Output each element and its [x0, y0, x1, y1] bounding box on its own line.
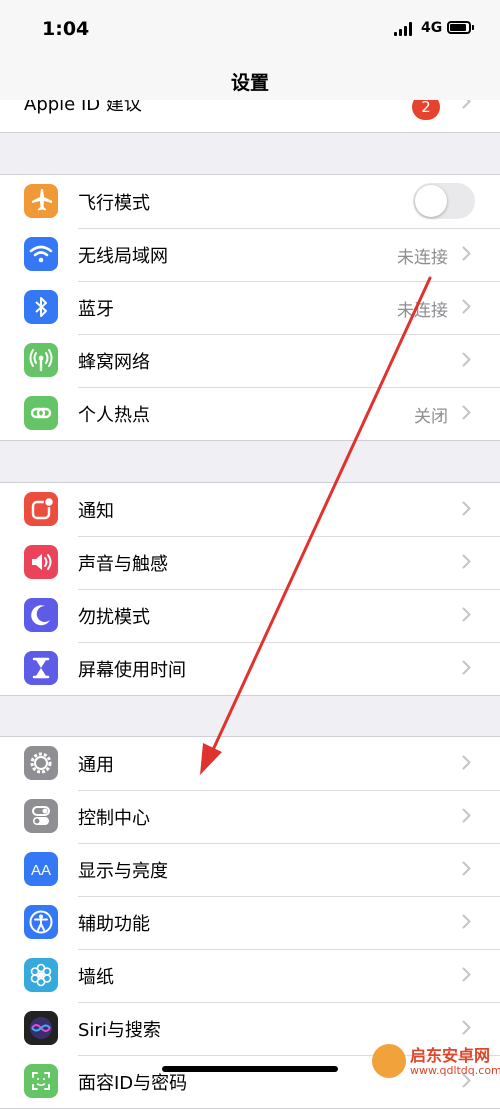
moon-icon [24, 598, 58, 632]
settings-row-sound[interactable]: 声音与触感 [0, 536, 500, 589]
svg-text:AA: AA [31, 862, 51, 879]
toggle-knob [415, 185, 447, 217]
settings-row-label: 控制中心 [78, 808, 150, 829]
settings-row-accessibility[interactable]: 辅助功能 [0, 896, 500, 949]
chevron-right-icon [462, 808, 471, 823]
chevron-right-icon [462, 405, 471, 420]
settings-row-label: 屏幕使用时间 [78, 660, 186, 681]
settings-row-hotspot[interactable]: 个人热点 关闭 [0, 387, 500, 440]
settings-row-label: 勿扰模式 [78, 607, 150, 628]
settings-row-bluetooth[interactable]: 蓝牙 未连接 [0, 281, 500, 334]
settings-row-label: 辅助功能 [78, 914, 150, 935]
chevron-right-icon [462, 554, 471, 569]
settings-row-wifi[interactable]: 无线局域网 未连接 [0, 228, 500, 281]
faceid-icon [24, 1064, 58, 1098]
settings-row-label: 声音与触感 [78, 554, 168, 575]
chevron-right-icon [462, 100, 471, 109]
watermark-title: 启东安卓网 [410, 1046, 491, 1065]
chevron-right-icon [462, 755, 471, 770]
settings-row-label: 飞行模式 [78, 193, 150, 214]
settings-row-control-center[interactable]: 控制中心 [0, 790, 500, 843]
settings-row-value: 关闭 [414, 407, 448, 427]
settings-row-label: 通用 [78, 755, 114, 776]
settings-row-airplane[interactable]: 飞行模式 [0, 175, 500, 228]
network-type: 4G [421, 20, 443, 36]
chevron-right-icon [462, 501, 471, 516]
chevron-right-icon [462, 967, 471, 982]
settings-row-value: 未连接 [397, 301, 448, 321]
bluetooth-icon [24, 290, 58, 324]
settings-row-cellular[interactable]: 蜂窝网络 [0, 334, 500, 387]
status-bar: 1:04 4G [0, 0, 500, 60]
display-icon: AA [24, 852, 58, 886]
notifications-group: 通知声音与触感勿扰模式屏幕使用时间 [0, 482, 500, 696]
settings-row-label: 通知 [78, 501, 114, 522]
settings-row-value: 未连接 [397, 248, 448, 268]
settings-row-label: 蓝牙 [78, 299, 114, 320]
connectivity-group: 飞行模式 无线局域网 未连接 蓝牙 未连接 蜂窝网络 个人热点 关闭 [0, 174, 500, 441]
chevron-right-icon [462, 607, 471, 622]
chevron-right-icon [462, 246, 471, 261]
cellular-icon [24, 343, 58, 377]
settings-row-notifications[interactable]: 通知 [0, 483, 500, 536]
airplane-toggle[interactable] [413, 183, 475, 219]
chevron-right-icon [462, 299, 471, 314]
chevron-right-icon [462, 352, 471, 367]
hotspot-icon [24, 396, 58, 430]
settings-row-label: Siri与搜索 [78, 1020, 161, 1041]
page-title: 设置 [230, 72, 269, 94]
home-indicator[interactable] [162, 1066, 338, 1072]
gear-icon [24, 746, 58, 780]
apple-id-suggestions-row[interactable]: Apple ID 建议 2 [0, 100, 500, 133]
settings-row-label: 无线局域网 [78, 246, 168, 267]
settings-row-label: 墙纸 [78, 967, 114, 988]
chevron-right-icon [462, 914, 471, 929]
settings-row-label: 显示与亮度 [78, 861, 168, 882]
settings-row-gear[interactable]: 通用 [0, 737, 500, 790]
sound-icon [24, 545, 58, 579]
accessibility-icon [24, 905, 58, 939]
nav-bar: 设置 [0, 60, 500, 100]
battery-icon [447, 21, 474, 34]
status-time: 1:04 [42, 18, 90, 40]
wifi-icon [24, 237, 58, 271]
settings-row-display[interactable]: AA 显示与亮度 [0, 843, 500, 896]
hourglass-icon [24, 651, 58, 685]
settings-row-moon[interactable]: 勿扰模式 [0, 589, 500, 642]
notification-badge: 2 [412, 100, 440, 120]
airplane-icon [24, 184, 58, 218]
chevron-right-icon [462, 660, 471, 675]
settings-row-label: 个人热点 [78, 405, 150, 426]
watermark-logo [372, 1044, 406, 1078]
notifications-icon [24, 492, 58, 526]
signal-icon [394, 22, 416, 36]
watermark: 启东安卓网 www.qdltdq.com [368, 1040, 500, 1082]
chevron-right-icon [462, 861, 471, 876]
control-center-icon [24, 799, 58, 833]
settings-row-label: 蜂窝网络 [78, 352, 150, 373]
watermark-url: www.qdltdq.com [410, 1064, 500, 1077]
wallpaper-icon [24, 958, 58, 992]
siri-icon [24, 1011, 58, 1045]
chevron-right-icon [462, 1020, 471, 1035]
settings-row-label: 面容ID与密码 [78, 1073, 188, 1094]
settings-row-wallpaper[interactable]: 墙纸 [0, 949, 500, 1002]
settings-row-hourglass[interactable]: 屏幕使用时间 [0, 642, 500, 695]
apple-id-suggestions-label: Apple ID 建议 [24, 100, 142, 115]
